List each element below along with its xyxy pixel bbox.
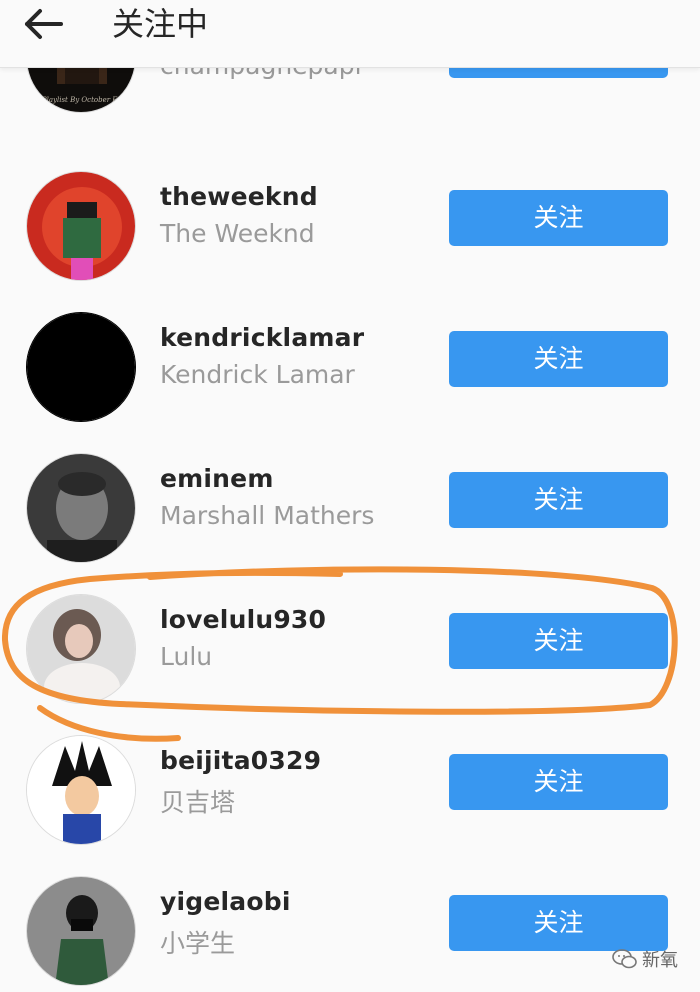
follow-button[interactable]: 关注 (449, 895, 668, 951)
svg-text:A Playlist By October Firm: A Playlist By October Firm (34, 96, 130, 104)
follow-button[interactable]: 关注 (449, 472, 668, 528)
avatar[interactable] (26, 171, 136, 281)
watermark-text: 新氧 (642, 950, 678, 971)
username[interactable]: eminem (160, 464, 274, 493)
top-bar: 关注中 (0, 0, 700, 68)
back-button[interactable] (18, 2, 68, 48)
avatar[interactable] (26, 594, 136, 704)
avatar[interactable] (26, 453, 136, 563)
list-item[interactable]: lovelulu930 Lulu 关注 (0, 586, 700, 727)
page-title: 关注中 (112, 5, 209, 43)
follow-button[interactable]: 关注 (449, 754, 668, 810)
full-name: The Weeknd (160, 219, 315, 248)
full-name: Marshall Mathers (160, 501, 375, 530)
watermark: 新氧 (612, 946, 678, 972)
list-item[interactable]: yigelaobi 小学生 关注 (0, 868, 700, 992)
username[interactable]: beijita0329 (160, 746, 321, 775)
arrow-left-icon (25, 9, 63, 39)
username[interactable]: lovelulu930 (160, 605, 326, 634)
wechat-icon (612, 949, 637, 969)
full-name: Kendrick Lamar (160, 360, 355, 389)
follow-button[interactable]: 关注 (449, 190, 668, 246)
following-list: A Playlist By October Firm champagnepapi… (0, 0, 700, 992)
avatar[interactable] (26, 735, 136, 845)
full-name: Lulu (160, 642, 213, 671)
follow-button[interactable]: 关注 (449, 331, 668, 387)
list-item[interactable]: eminem Marshall Mathers 关注 (0, 445, 700, 586)
username[interactable]: kendricklamar (160, 323, 364, 352)
full-name: 贝吉塔 (160, 788, 236, 817)
follow-button[interactable]: 关注 (449, 613, 668, 669)
username[interactable]: theweeknd (160, 182, 318, 211)
avatar[interactable] (26, 876, 136, 986)
list-item[interactable]: beijita0329 贝吉塔 关注 (0, 727, 700, 868)
list-item[interactable]: kendricklamar Kendrick Lamar 关注 (0, 304, 700, 445)
avatar[interactable] (26, 312, 136, 422)
full-name: 小学生 (160, 929, 236, 958)
username[interactable]: yigelaobi (160, 887, 291, 916)
list-item[interactable]: theweeknd The Weeknd 关注 (0, 163, 700, 304)
